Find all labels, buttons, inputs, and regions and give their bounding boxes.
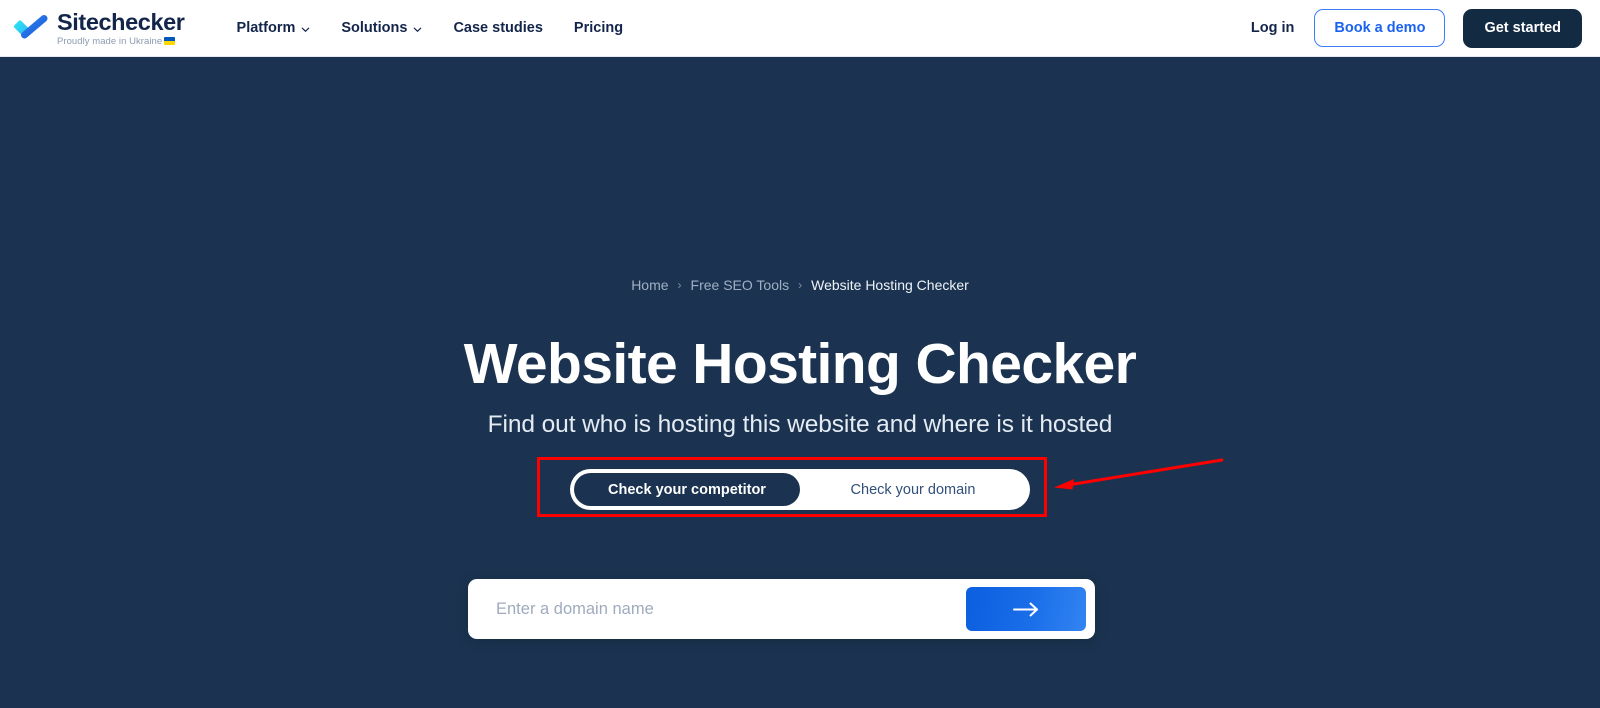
login-link[interactable]: Log in [1249,16,1297,40]
hero-section: Home › Free SEO Tools › Website Hosting … [0,57,1600,708]
breadcrumb: Home › Free SEO Tools › Website Hosting … [0,277,1600,293]
breadcrumb-item-free-seo-tools[interactable]: Free SEO Tools [691,277,790,293]
get-started-button[interactable]: Get started [1463,8,1582,48]
search-mode-toggle: Check your competitor Check your domain [570,469,1030,510]
nav-item-label: Platform [236,20,296,36]
domain-search-box [468,579,1095,639]
toggle-option-check-your-domain[interactable]: Check your domain [800,473,1026,506]
breadcrumb-current: Website Hosting Checker [811,277,969,293]
logo-text: Sitechecker Proudly made in Ukraine [57,10,185,46]
logo[interactable]: Sitechecker Proudly made in Ukraine [14,10,185,46]
page-title: Website Hosting Checker [463,332,1137,396]
chevron-down-icon [302,27,310,32]
page-root: Sitechecker Proudly made in Ukraine Plat… [0,0,1600,708]
page-subtitle: Find out who is hosting this website and… [487,411,1113,438]
nav-item-solutions[interactable]: Solutions [341,20,422,36]
arrow-right-icon [1013,602,1038,616]
nav-item-label: Pricing [573,20,624,36]
toggle-option-check-your-competitor[interactable]: Check your competitor [574,473,800,506]
breadcrumb-separator-icon: › [677,278,682,292]
nav-item-label: Case studies [453,20,543,36]
breadcrumb-separator-icon: › [798,278,803,292]
chevron-down-icon [414,27,422,32]
header-actions: Log in Book a demo Get started [1249,8,1582,48]
ukraine-flag-icon [164,36,176,45]
logo-tagline: Proudly made in Ukraine [57,36,185,47]
nav-item-label: Solutions [341,20,408,36]
nav-item-platform[interactable]: Platform [237,20,311,36]
nav-item-case-studies[interactable]: Case studies [453,20,542,36]
checkmark-logo-icon [14,14,48,39]
nav-item-pricing[interactable]: Pricing [574,20,623,36]
breadcrumb-item-home[interactable]: Home [631,277,668,293]
search-submit-button[interactable] [966,587,1086,631]
site-header: Sitechecker Proudly made in Ukraine Plat… [0,0,1600,57]
book-a-demo-button[interactable]: Book a demo [1314,9,1446,47]
logo-name: Sitechecker [57,8,185,35]
domain-search-input[interactable] [496,579,966,639]
main-nav: Platform Solutions Case studies Pricing [237,20,624,36]
